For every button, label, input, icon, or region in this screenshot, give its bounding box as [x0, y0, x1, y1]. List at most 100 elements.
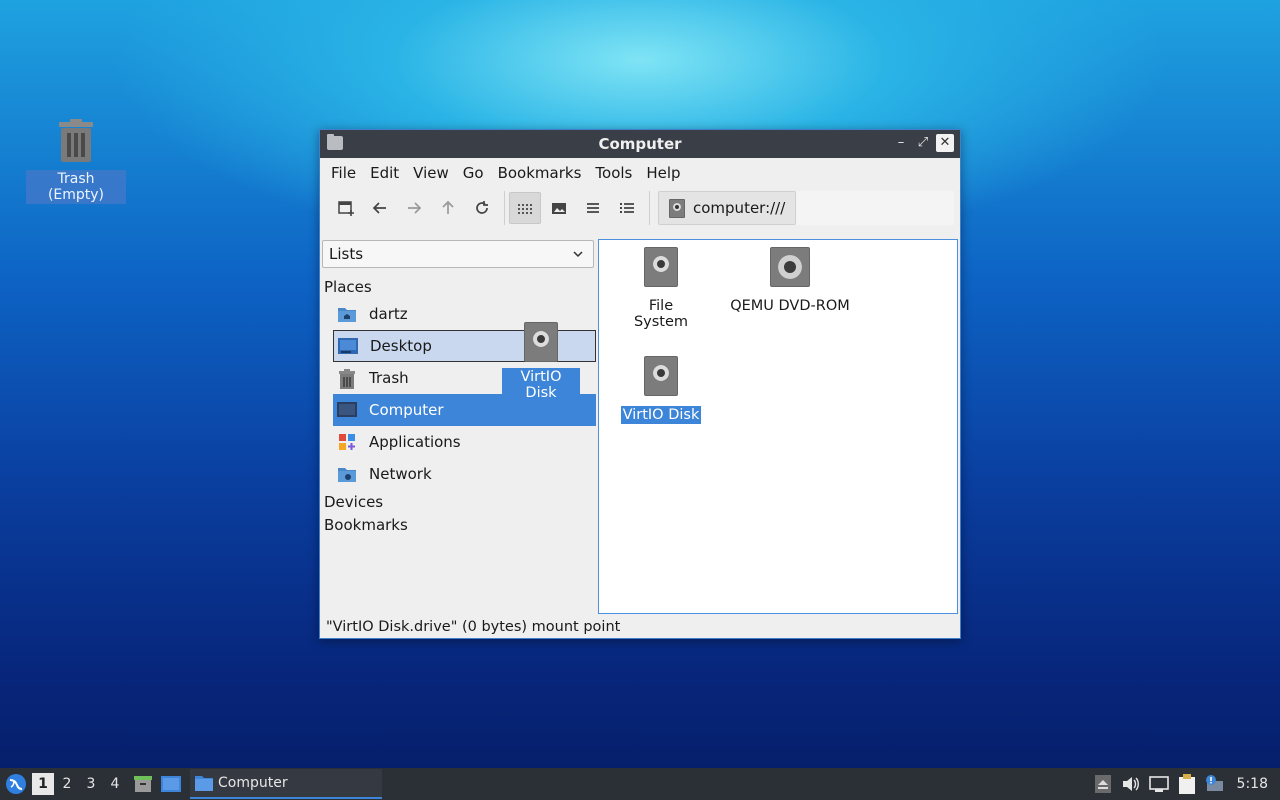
compact-view-button[interactable] [577, 192, 609, 224]
taskbar-window-computer[interactable]: Computer [190, 769, 382, 799]
menu-view[interactable]: View [406, 164, 456, 182]
show-desktop-launcher[interactable] [158, 771, 184, 797]
toolbar: computer:/// [320, 188, 960, 228]
clipboard-icon[interactable] [1177, 774, 1197, 794]
file-item[interactable]: VirtIO Disk [619, 356, 703, 424]
reload-button[interactable] [466, 192, 498, 224]
arrow-left-icon [372, 202, 386, 214]
desktop-trash[interactable]: Trash (Empty) [26, 118, 126, 204]
file-manager-launcher[interactable] [130, 771, 156, 797]
sidebar-item-label: Trash [369, 369, 409, 387]
sidebar: Lists Places dartz Desktop Trash Compute… [320, 238, 597, 616]
sidebar-item-label: Applications [369, 433, 461, 451]
sidebar-mode-select[interactable]: Lists [322, 240, 594, 268]
sidebar-item-label: Desktop [370, 337, 432, 355]
file-label: VirtIO Disk [620, 406, 702, 424]
new-tab-button[interactable] [330, 192, 362, 224]
lubuntu-logo-icon [6, 774, 26, 794]
sidebar-item-network[interactable]: Network [333, 458, 596, 490]
content-area: Lists Places dartz Desktop Trash Compute… [320, 238, 960, 616]
taskbar-window-title: Computer [218, 775, 288, 791]
devices-heading[interactable]: Devices [324, 493, 383, 511]
start-menu-button[interactable] [0, 768, 32, 800]
status-bar: "VirtIO Disk.drive" (0 bytes) mount poin… [326, 619, 621, 635]
new-tab-icon [338, 201, 354, 216]
arrow-right-icon [408, 202, 422, 214]
workspace-4[interactable]: 4 [104, 773, 126, 795]
file-item[interactable]: QEMU DVD-ROM [727, 247, 853, 315]
eject-icon[interactable] [1093, 774, 1113, 794]
detailed-list-icon [620, 203, 634, 213]
grid-icon [518, 204, 532, 214]
file-item[interactable]: File System [619, 247, 703, 331]
sidebar-item-label: Network [369, 465, 432, 483]
applications-icon [337, 433, 357, 451]
menu-edit[interactable]: Edit [363, 164, 406, 182]
menu-go[interactable]: Go [456, 164, 491, 182]
sidebar-mode-value: Lists [329, 245, 364, 263]
file-manager-window: Computer – ⤢ ✕ File Edit View Go Bookmar… [319, 129, 961, 639]
close-button[interactable]: ✕ [936, 134, 954, 152]
arrow-up-icon [442, 200, 454, 214]
system-tray: 5:18 [1093, 768, 1280, 800]
taskbar: 1 2 3 4 Computer 5:18 [0, 768, 1280, 800]
folder-icon [195, 776, 213, 791]
network-folder-icon [337, 465, 357, 483]
bookmarks-heading[interactable]: Bookmarks [324, 516, 408, 534]
cdrom-icon [770, 247, 810, 287]
menu-help[interactable]: Help [639, 164, 687, 182]
disk-icon [524, 322, 558, 362]
trash-icon [56, 118, 96, 164]
desktop-icon [161, 776, 181, 792]
computer-icon [337, 401, 357, 419]
chevron-down-icon [573, 251, 583, 258]
volume-icon[interactable] [1121, 774, 1141, 794]
forward-button[interactable] [398, 192, 430, 224]
icon-view-button[interactable] [509, 192, 541, 224]
toolbar-separator [649, 191, 650, 225]
trash-icon [337, 369, 357, 389]
clock[interactable]: 5:18 [1237, 776, 1268, 792]
drag-ghost: VirtIO Disk [502, 322, 580, 402]
network-icon[interactable] [1148, 774, 1169, 794]
desktop-icon [338, 337, 358, 355]
path-bar-empty [796, 191, 954, 225]
thumbnail-view-button[interactable] [543, 192, 575, 224]
reload-icon [476, 201, 488, 214]
list-icon [587, 203, 599, 213]
location-button[interactable]: computer:/// [658, 191, 797, 225]
up-button[interactable] [432, 192, 464, 224]
places-heading[interactable]: Places [324, 278, 372, 296]
detailed-view-button[interactable] [611, 192, 643, 224]
file-label: File System [633, 298, 689, 330]
window-title: Computer [598, 135, 682, 153]
window-titlebar[interactable]: Computer – ⤢ ✕ [320, 130, 960, 158]
toolbar-separator [504, 191, 505, 225]
workspace-3[interactable]: 3 [80, 773, 102, 795]
disk-icon [644, 247, 678, 287]
disk-icon [644, 356, 678, 396]
archive-icon [134, 776, 152, 792]
maximize-button[interactable]: ⤢ [914, 134, 932, 152]
disk-icon [669, 198, 685, 218]
location-text: computer:/// [693, 199, 786, 217]
back-button[interactable] [364, 192, 396, 224]
sidebar-item-label: Computer [369, 401, 444, 419]
drag-ghost-label: VirtIO Disk [502, 368, 580, 402]
menu-tools[interactable]: Tools [588, 164, 639, 182]
sidebar-item-label: dartz [369, 305, 408, 323]
desktop-trash-label: Trash (Empty) [26, 170, 126, 204]
image-icon [552, 203, 566, 214]
minimize-button[interactable]: – [892, 134, 910, 152]
folder-icon [327, 134, 343, 150]
file-view[interactable]: File System QEMU DVD-ROM VirtIO Disk [598, 239, 958, 614]
sidebar-item-applications[interactable]: Applications [333, 426, 596, 458]
menu-file[interactable]: File [324, 164, 363, 182]
file-label: QEMU DVD-ROM [730, 298, 850, 314]
workspace-1[interactable]: 1 [32, 773, 54, 795]
menubar: File Edit View Go Bookmarks Tools Help [320, 158, 960, 188]
notification-icon[interactable] [1205, 774, 1225, 794]
workspace-2[interactable]: 2 [56, 773, 78, 795]
menu-bookmarks[interactable]: Bookmarks [491, 164, 589, 182]
home-folder-icon [337, 305, 357, 323]
